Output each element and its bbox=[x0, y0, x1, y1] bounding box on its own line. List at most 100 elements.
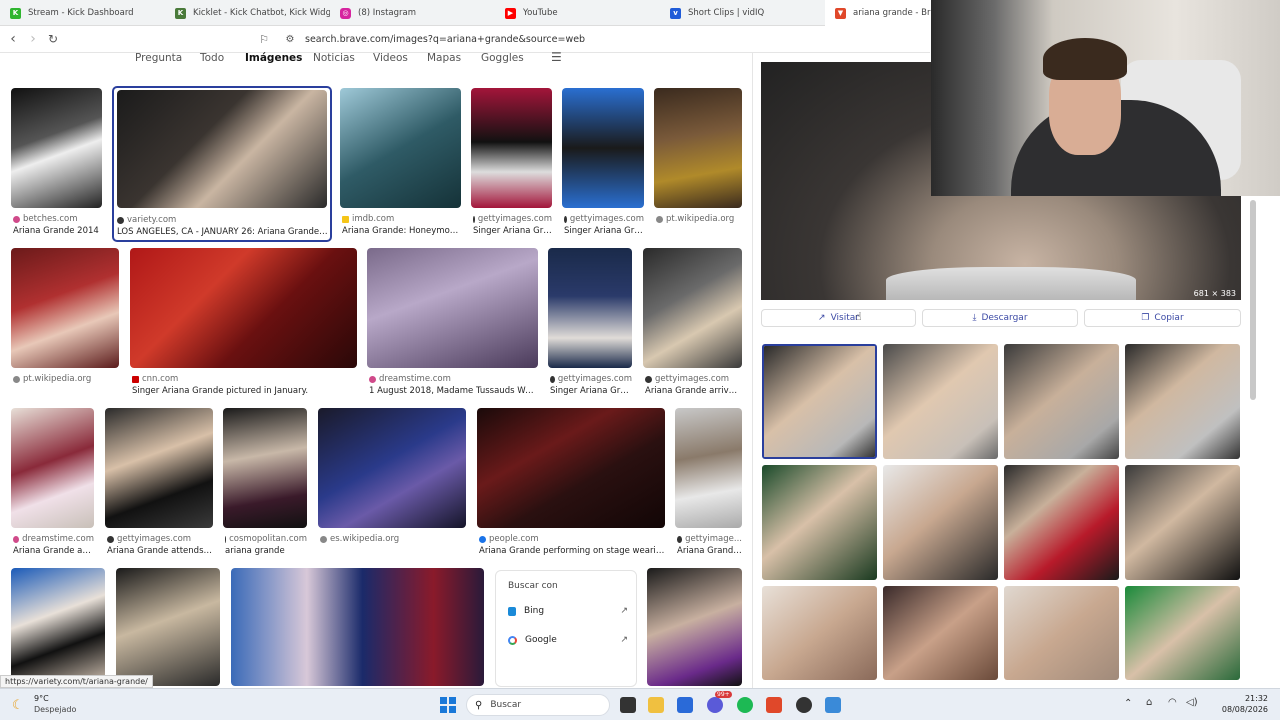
image-result[interactable]: es.wikipedia.org bbox=[318, 408, 466, 560]
result-thumbnail bbox=[318, 408, 466, 528]
related-thumbnail[interactable] bbox=[1004, 586, 1119, 680]
open-external-icon: ↗ bbox=[620, 635, 628, 645]
search-with-google[interactable]: Google ↗ bbox=[508, 633, 628, 647]
site-favicon-icon bbox=[479, 535, 486, 543]
bookmark-icon[interactable]: ⚐ bbox=[255, 30, 273, 48]
image-result[interactable]: cnn.com Singer Ariana Grande pictured in… bbox=[130, 248, 357, 400]
result-thumbnail bbox=[675, 408, 742, 528]
image-result[interactable]: cosmopolitan.com ariana grande bbox=[223, 408, 307, 560]
related-thumbnail[interactable] bbox=[1125, 586, 1240, 680]
clock-date[interactable]: 08/08/2026 bbox=[1218, 705, 1268, 714]
image-result[interactable]: people.com Ariana Grande performing on s… bbox=[477, 408, 665, 560]
image-result[interactable] bbox=[116, 568, 220, 686]
result-title: Ariana Grande ... bbox=[677, 546, 742, 556]
image-result[interactable]: gettyimage... Ariana Grande ... bbox=[675, 408, 742, 560]
related-thumbnail[interactable] bbox=[1125, 465, 1240, 580]
image-result[interactable] bbox=[647, 568, 742, 686]
brave-browser-icon[interactable] bbox=[766, 697, 782, 713]
forward-icon[interactable]: › bbox=[24, 30, 42, 48]
search-with-bing[interactable]: Bing ↗ bbox=[508, 604, 628, 618]
site-favicon-icon bbox=[342, 215, 349, 223]
image-result[interactable]: pt.wikipedia.org bbox=[11, 248, 119, 400]
filters-icon[interactable]: ☰ bbox=[551, 50, 562, 64]
image-result[interactable]: gettyimages.com Singer Ariana Gran... bbox=[548, 248, 632, 400]
tab-instagram[interactable]: ◎ (8) Instagram bbox=[330, 0, 495, 26]
result-thumbnail bbox=[223, 408, 307, 528]
result-thumbnail bbox=[105, 408, 213, 528]
obs-icon[interactable] bbox=[796, 697, 812, 713]
download-button[interactable]: ⤓ Descargar bbox=[922, 309, 1078, 327]
bing-logo-icon bbox=[508, 606, 516, 616]
tab-brave-search[interactable]: ▼ariana grande - Brave Se bbox=[825, 0, 931, 26]
chevron-up-icon[interactable]: ⌃ bbox=[1124, 698, 1132, 709]
image-result[interactable]: gettyimages.com Ariana Grande arrives a.… bbox=[643, 248, 742, 400]
related-thumbnail[interactable] bbox=[1004, 344, 1119, 459]
back-icon[interactable]: ‹ bbox=[4, 30, 22, 48]
image-result[interactable]: imdb.com Ariana Grande: Honeymoon ... bbox=[340, 88, 461, 240]
result-title: 1 August 2018, Madame Tussauds Wax m... bbox=[369, 386, 538, 396]
scrollbar[interactable] bbox=[1250, 200, 1256, 400]
tab-kicklet[interactable]: KKicklet - Kick Chatbot, Kick Widgets .. bbox=[165, 0, 330, 26]
vidiq-logo-icon: v bbox=[670, 7, 681, 19]
file-explorer-icon[interactable] bbox=[648, 697, 664, 713]
task-view-icon[interactable] bbox=[620, 697, 636, 713]
tab-mapas[interactable]: Mapas bbox=[427, 52, 461, 64]
tab-vidiq[interactable]: v Short Clips | vidIQ bbox=[660, 0, 825, 26]
image-result[interactable]: dreamstime.com Ariana Grande at th... bbox=[11, 408, 94, 560]
notification-badge: 99+ bbox=[715, 691, 732, 698]
result-thumbnail bbox=[647, 568, 742, 686]
site-favicon-icon bbox=[656, 215, 663, 223]
image-result[interactable]: dreamstime.com 1 August 2018, Madame Tus… bbox=[367, 248, 538, 400]
related-thumbnail[interactable] bbox=[762, 586, 877, 680]
discord-icon[interactable] bbox=[707, 697, 723, 713]
photos-icon[interactable] bbox=[825, 697, 841, 713]
mouse-cursor-icon: ☝ bbox=[855, 310, 862, 323]
image-result[interactable]: pt.wikipedia.org bbox=[654, 88, 742, 240]
tab-youtube[interactable]: ▶ YouTube bbox=[495, 0, 660, 26]
image-result[interactable]: gettyimages.com Ariana Grande attends th… bbox=[105, 408, 213, 560]
image-result[interactable] bbox=[231, 568, 484, 686]
related-thumbnail[interactable] bbox=[1004, 465, 1119, 580]
result-title: Singer Ariana Grande pictured in January… bbox=[132, 386, 309, 396]
tab-noticias[interactable]: Noticias bbox=[313, 52, 355, 64]
site-settings-icon[interactable]: ⚙ bbox=[281, 30, 299, 48]
taskbar-search-input[interactable]: ⚲ Buscar bbox=[466, 694, 610, 716]
image-result-selected[interactable]: variety.com LOS ANGELES, CA - JANUARY 26… bbox=[112, 86, 332, 242]
copy-button[interactable]: ❐ Copiar bbox=[1084, 309, 1241, 327]
spotify-icon[interactable] bbox=[737, 697, 753, 713]
tab-goggles[interactable]: Goggles bbox=[481, 52, 524, 64]
site-favicon-icon bbox=[677, 535, 683, 543]
wifi-icon[interactable]: ◠ bbox=[1168, 697, 1177, 708]
related-thumbnail[interactable] bbox=[883, 586, 998, 680]
result-thumbnail bbox=[548, 248, 632, 368]
result-thumbnail bbox=[562, 88, 644, 208]
tab-pregunta[interactable]: Pregunta bbox=[135, 52, 182, 64]
store-icon[interactable] bbox=[677, 697, 693, 713]
related-thumbnail-selected[interactable] bbox=[762, 344, 877, 459]
image-result[interactable]: gettyimages.com Singer Ariana Gra... bbox=[471, 88, 552, 240]
result-source: betches.com bbox=[23, 214, 78, 224]
visit-button[interactable]: ↗ Visitar bbox=[761, 309, 916, 327]
related-thumbnail[interactable] bbox=[883, 344, 998, 459]
related-thumbnail[interactable] bbox=[1125, 344, 1240, 459]
image-dimensions: 681 × 383 bbox=[1193, 289, 1236, 298]
clock-time[interactable]: 21:32 bbox=[1228, 694, 1268, 703]
result-title: Singer Ariana Gra... bbox=[473, 226, 552, 236]
image-result[interactable] bbox=[11, 568, 105, 686]
network-icon[interactable]: ⌂ bbox=[1146, 697, 1152, 708]
search-icon: ⚲ bbox=[475, 699, 483, 711]
related-thumbnail[interactable] bbox=[883, 465, 998, 580]
tab-todo[interactable]: Todo bbox=[200, 52, 224, 64]
windows-start-icon[interactable] bbox=[440, 697, 456, 713]
result-source: gettyimages.com bbox=[569, 214, 644, 224]
url-field[interactable]: search.brave.com/images?q=ariana+grande&… bbox=[305, 34, 585, 45]
tab-videos[interactable]: Videos bbox=[373, 52, 408, 64]
tab-kick-dashboard[interactable]: K Stream - Kick Dashboard bbox=[0, 0, 165, 26]
open-external-icon: ↗ bbox=[620, 606, 628, 616]
image-result[interactable]: betches.com Ariana Grande 2014 bbox=[11, 88, 102, 240]
image-result[interactable]: gettyimages.com Singer Ariana Gra... bbox=[562, 88, 644, 240]
related-thumbnail[interactable] bbox=[762, 465, 877, 580]
volume-icon[interactable]: ◁) bbox=[1186, 697, 1198, 708]
reload-icon[interactable]: ↻ bbox=[44, 30, 62, 48]
tab-imagenes[interactable]: Imágenes bbox=[245, 52, 302, 64]
